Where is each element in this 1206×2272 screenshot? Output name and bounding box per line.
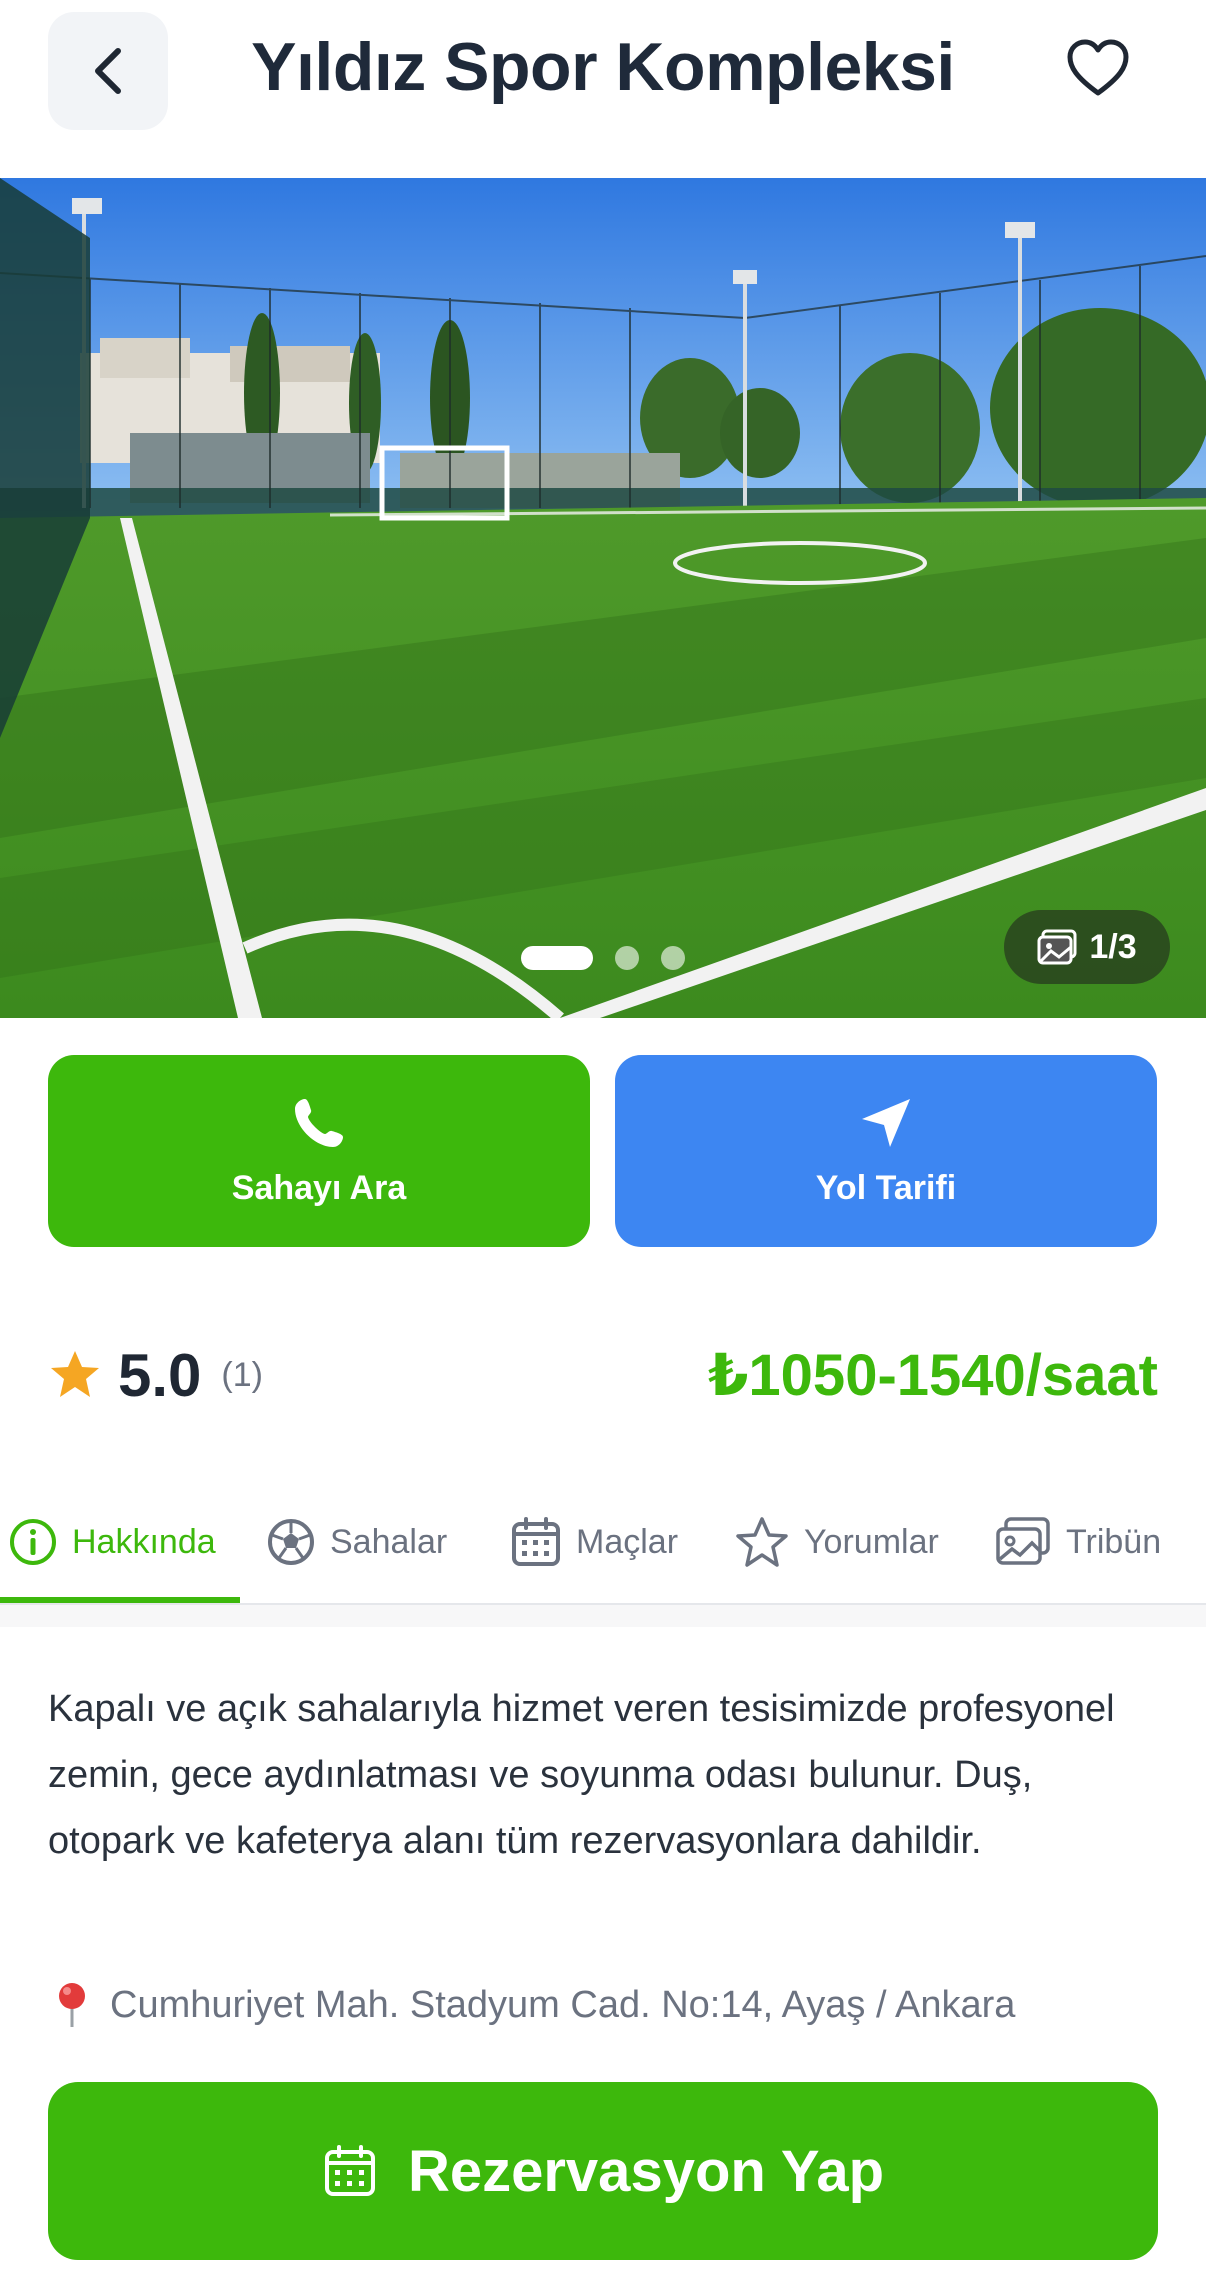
reserve-button-label: Rezervasyon Yap: [407, 2138, 885, 2204]
rating-count[interactable]: (1): [221, 1356, 263, 1395]
pitch-photo: [0, 178, 1206, 1018]
tab-pitches-label: Sahalar: [330, 1522, 448, 1561]
photo-counter[interactable]: 1/3: [1004, 910, 1170, 984]
call-venue-button[interactable]: Sahayı Ara: [48, 1055, 590, 1247]
pagination-dot-active[interactable]: [521, 946, 593, 970]
tab-about[interactable]: Hakkında: [8, 1480, 216, 1604]
tab-reviews-label: Yorumlar: [804, 1522, 939, 1561]
tab-about-label: Hakkında: [72, 1522, 216, 1561]
favorite-button[interactable]: [1060, 30, 1136, 106]
page-title: Yıldız Spor Kompleksi: [251, 29, 955, 105]
tab-matches[interactable]: Maçlar: [510, 1480, 678, 1604]
tab-reviews[interactable]: Yorumlar: [734, 1480, 939, 1604]
tab-matches-label: Maçlar: [576, 1522, 679, 1561]
pagination-dot[interactable]: [615, 946, 639, 970]
rating-score: 5.0: [118, 1341, 202, 1409]
images-icon: [1037, 929, 1077, 965]
reserve-button[interactable]: Rezervasyon Yap: [48, 2082, 1158, 2260]
top-bar: Yıldız Spor Kompleksi: [0, 0, 1206, 178]
price-range: ₺1050-1540/saat: [708, 1343, 1158, 1408]
phone-icon: [295, 1098, 343, 1147]
tab-stands-label: Tribün: [1066, 1522, 1162, 1561]
venue-description: Kapalı ve açık sahalarıyla hizmet veren …: [48, 1688, 1115, 1862]
call-venue-label: Sahayı Ara: [231, 1168, 407, 1207]
tab-pitches[interactable]: Sahalar: [266, 1480, 447, 1604]
rating-summary: 5.0 (1): [48, 1335, 263, 1415]
venue-address[interactable]: Cumhuriyet Mah. Stadyum Cad. No:14, Ayaş…: [52, 1980, 1015, 2030]
heart-outline-icon: [1067, 39, 1129, 96]
star-icon: [51, 1351, 99, 1397]
calendar-icon: [512, 1517, 560, 1566]
star-outline-icon: [736, 1517, 788, 1567]
calendar-icon: [324, 2145, 375, 2196]
tab-stands[interactable]: Tribün: [994, 1480, 1161, 1604]
directions-button[interactable]: Yol Tarifi: [615, 1055, 1157, 1247]
navigation-arrow-icon: [862, 1098, 910, 1147]
images-icon: [996, 1517, 1050, 1565]
info-icon: [10, 1519, 56, 1565]
venue-address-text: Cumhuriyet Mah. Stadyum Cad. No:14, Ayaş…: [110, 1983, 1016, 2026]
section-separator: [0, 1605, 1206, 1627]
photo-counter-text: 1/3: [1089, 927, 1137, 966]
directions-label: Yol Tarifi: [815, 1168, 957, 1207]
map-pin-icon: [59, 1983, 85, 2027]
soccer-ball-icon: [268, 1519, 314, 1565]
venue-photo-gallery[interactable]: 1/3: [0, 178, 1206, 1018]
pagination-dot[interactable]: [661, 946, 685, 970]
venue-tabs: Hakkında Sahalar Maçlar Yorumlar Tribün: [0, 1480, 1206, 1604]
